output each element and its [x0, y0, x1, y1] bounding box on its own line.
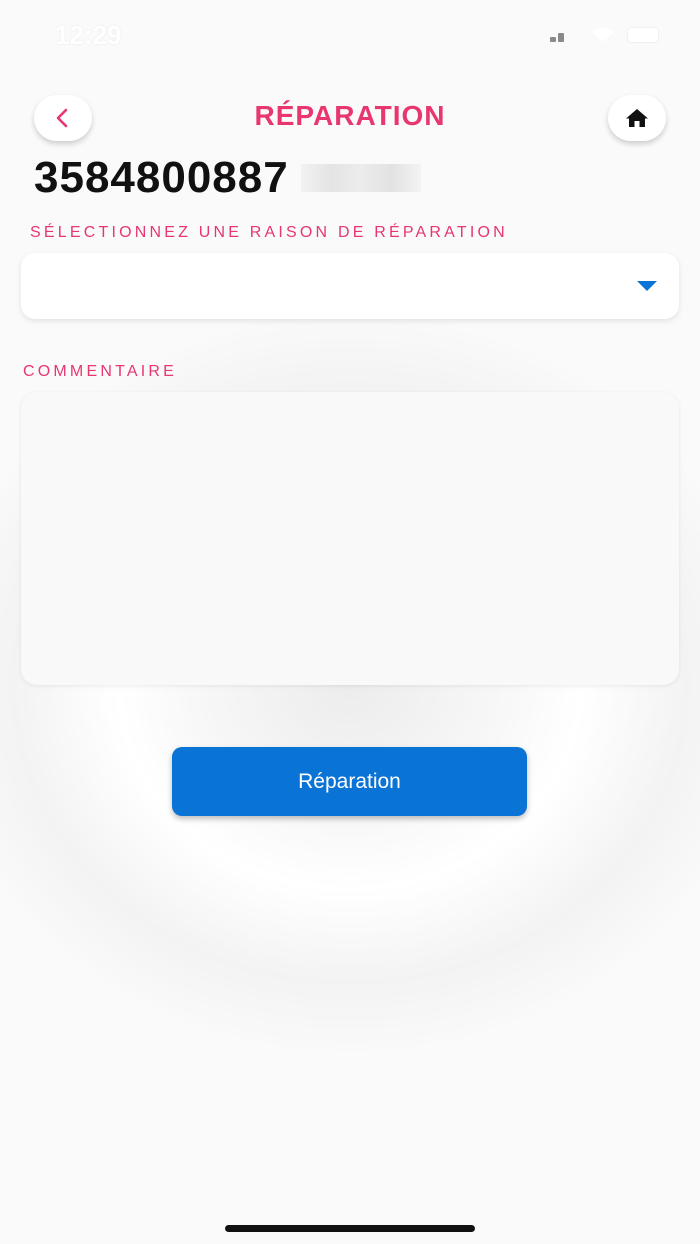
page-title: RÉPARATION: [254, 100, 446, 131]
home-button[interactable]: [608, 95, 666, 141]
home-icon: [626, 109, 648, 127]
reason-label: SÉLECTIONNEZ UNE RAISON DE RÉPARATION: [30, 224, 508, 241]
comment-label: COMMENTAIRE: [23, 363, 178, 380]
dropdown-arrow-icon: [637, 281, 657, 291]
home-indicator: [225, 1225, 475, 1232]
reason-select[interactable]: [21, 253, 679, 319]
cellular-signal-icon: [550, 33, 566, 42]
device-id-row: 3584800887: [34, 152, 421, 204]
status-bar: 12:29: [0, 0, 700, 70]
wifi-icon: [592, 27, 614, 42]
battery-icon: [628, 28, 658, 42]
device-number: 3584800887: [34, 153, 289, 202]
redacted-digits: [300, 164, 421, 192]
status-time: 12:29: [55, 20, 122, 50]
comment-textarea[interactable]: [21, 392, 679, 685]
repair-submit-button[interactable]: Réparation: [172, 747, 527, 816]
